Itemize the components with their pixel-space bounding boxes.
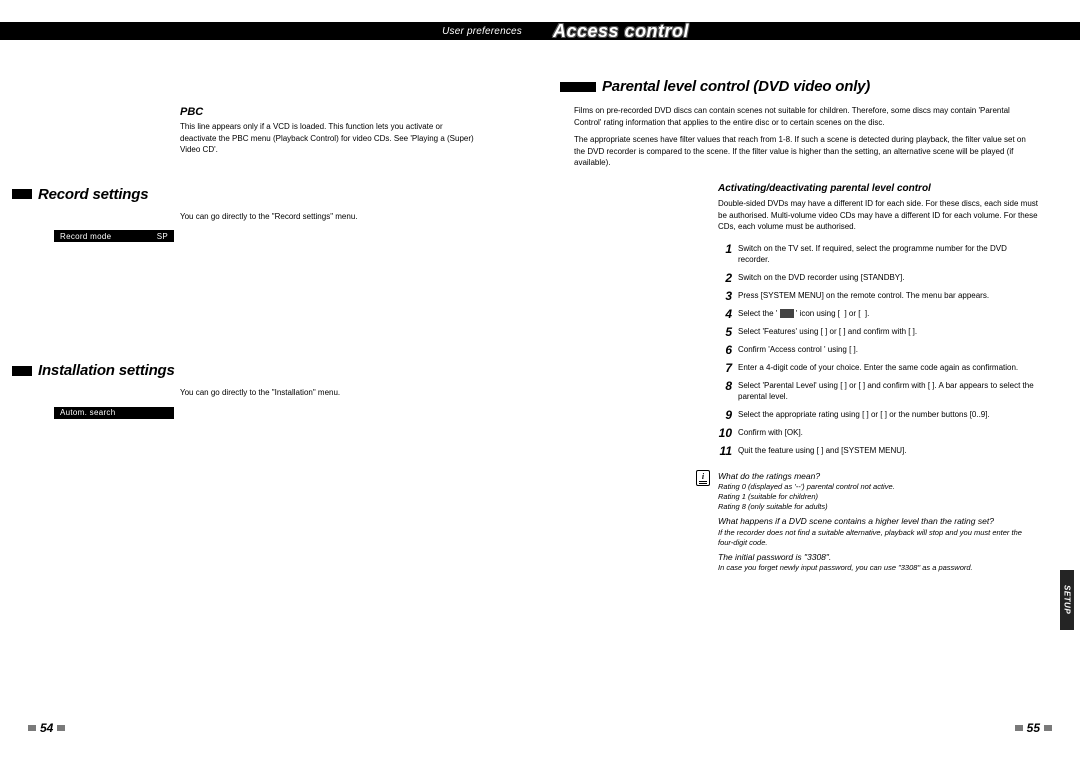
heading-bar-icon — [560, 82, 596, 92]
autom-search-label: Autom. search — [60, 408, 115, 417]
parental-intro-1: Films on pre-recorded DVD discs can cont… — [574, 105, 1038, 128]
installation-settings-text: You can go directly to the "Installation… — [180, 387, 510, 399]
step-5: 5Select 'Features' using [ ] or [ ] and … — [718, 326, 1038, 338]
steps-list: 1Switch on the TV set. If required, sele… — [574, 243, 1038, 457]
tip-a1a: Rating 0 (displayed as '--') parental co… — [718, 482, 1038, 492]
page-left: User preferences PBC This line appears o… — [0, 0, 540, 763]
tip-q2: What happens if a DVD scene contains a h… — [718, 516, 1038, 528]
footer-square-icon — [57, 725, 65, 731]
step-3: 3Press [SYSTEM MENU] on the remote contr… — [718, 290, 1038, 302]
step-1: 1Switch on the TV set. If required, sele… — [718, 243, 1038, 266]
info-icon — [696, 470, 710, 486]
step-8: 8Select 'Parental Level' using [ ] or [ … — [718, 380, 1038, 403]
activating-subheading: Activating/deactivating parental level c… — [574, 183, 1038, 195]
footer-square-icon — [1015, 725, 1023, 731]
page-right: Access control Parental level control (D… — [540, 0, 1080, 763]
page-number-55: 55 — [1027, 721, 1040, 735]
step-6: 6Confirm 'Access control ' using [ ]. — [718, 344, 1038, 356]
tip-a3: In case you forget newly input password,… — [718, 563, 1038, 573]
parental-heading: Parental level control (DVD video only) — [560, 78, 1080, 95]
record-mode-row: Record mode SP — [54, 230, 174, 242]
step-9: 9Select the appropriate rating using [ ]… — [718, 409, 1038, 421]
pbc-heading: PBC — [180, 106, 480, 118]
tip-q1: What do the ratings mean? — [718, 471, 1038, 483]
tip-a2: If the recorder does not find a suitable… — [718, 528, 1038, 548]
autom-search-row: Autom. search — [54, 407, 174, 419]
footer-square-icon — [28, 725, 36, 731]
parental-heading-text: Parental level control (DVD video only) — [602, 78, 870, 95]
pbc-text: This line appears only if a VCD is loade… — [180, 121, 480, 156]
tips-block: What do the ratings mean? Rating 0 (disp… — [574, 471, 1038, 574]
activating-intro: Double-sided DVDs may have a different I… — [574, 198, 1038, 233]
footer-square-icon — [1044, 725, 1052, 731]
record-settings-heading: Record settings — [12, 186, 540, 203]
record-mode-label: Record mode — [60, 232, 111, 241]
page-number-right: 55 — [1015, 721, 1052, 735]
step-10: 10Confirm with [OK]. — [718, 427, 1038, 439]
installation-settings-heading: Installation settings — [12, 362, 540, 379]
step-11: 11Quit the feature using [ ] and [SYSTEM… — [718, 445, 1038, 457]
record-settings-title: Record settings — [38, 186, 148, 203]
tip-a1b: Rating 1 (suitable for children) — [718, 492, 1038, 502]
header-bar-left: User preferences — [0, 22, 540, 40]
chapter-title: Access control — [553, 22, 689, 40]
tip-q3: The initial password is "3308". — [718, 552, 1038, 564]
record-settings-text: You can go directly to the "Record setti… — [180, 211, 510, 223]
parental-intro-2: The appropriate scenes have filter value… — [574, 134, 1038, 169]
step-7: 7Enter a 4-digit code of your choice. En… — [718, 362, 1038, 374]
header-subtitle: User preferences — [442, 26, 522, 37]
setup-tab: SETUP — [1060, 570, 1074, 630]
tip-a1c: Rating 8 (only suitable for adults) — [718, 502, 1038, 512]
record-mode-value: SP — [157, 232, 174, 241]
heading-bar-icon — [12, 366, 32, 376]
installation-settings-title: Installation settings — [38, 362, 175, 379]
page-number-54: 54 — [40, 721, 53, 735]
step-2: 2Switch on the DVD recorder using [STAND… — [718, 272, 1038, 284]
header-bar-right: Access control — [540, 22, 1080, 40]
step-4: 4Select the ' ' icon using [ ] or [ ]. — [718, 308, 1038, 320]
page-number-left: 54 — [28, 721, 65, 735]
menu-icon — [780, 309, 794, 318]
heading-bar-icon — [12, 189, 32, 199]
